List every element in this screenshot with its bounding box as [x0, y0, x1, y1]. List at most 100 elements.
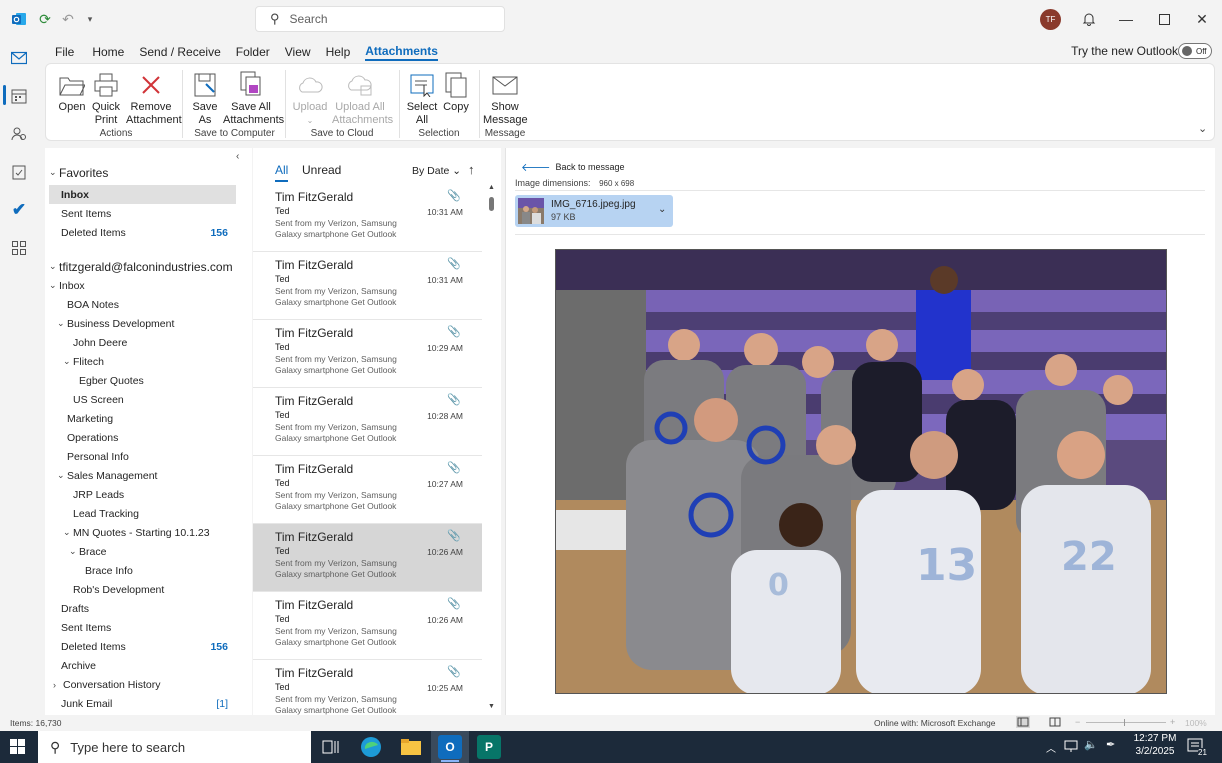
zoom-in-icon[interactable]: + — [1170, 717, 1175, 727]
account-header[interactable]: ⌄ tfitzgerald@falconindustries.com — [49, 257, 236, 276]
sync-icon[interactable]: ⟳ — [35, 9, 55, 29]
publisher-app-icon[interactable]: P — [477, 735, 501, 759]
folder-boa-notes[interactable]: BOA Notes — [49, 295, 236, 314]
folder-brace-info[interactable]: Brace Info — [49, 561, 236, 580]
folder-archive[interactable]: Archive — [49, 656, 236, 675]
normal-view-icon[interactable] — [1016, 716, 1030, 728]
taskbar-search-box[interactable]: ⚲ Type here to search — [38, 731, 311, 763]
folder-business-development[interactable]: ⌄ Business Development — [49, 314, 236, 333]
tab-home[interactable]: Home — [92, 45, 124, 59]
collapse-ribbon-icon[interactable]: ⌄ — [1198, 122, 1207, 135]
scroll-thumb[interactable] — [489, 197, 494, 211]
show-hidden-icons[interactable]: ︿ — [1046, 740, 1056, 755]
sort-dropdown[interactable]: By Date ⌄ — [412, 165, 461, 177]
outlook-taskbar-button[interactable]: O — [431, 731, 469, 763]
calendar-icon[interactable] — [9, 86, 29, 106]
folder-brace[interactable]: ⌄ Brace — [49, 542, 236, 561]
windows-start-icon[interactable] — [10, 739, 26, 758]
avatar[interactable]: TF — [1040, 9, 1061, 30]
edge-icon[interactable] — [359, 735, 383, 759]
message-item[interactable]: Tim FitzGerald Ted Sent from my Verizon,… — [253, 660, 482, 715]
people-icon[interactable] — [9, 124, 29, 144]
todo-check-icon[interactable]: ✔ — [9, 200, 29, 220]
apps-icon[interactable] — [9, 238, 29, 258]
folder-us-screen[interactable]: US Screen — [49, 390, 236, 409]
message-item-selected[interactable]: Tim FitzGerald Ted Sent from my Verizon,… — [253, 524, 482, 592]
copy-button[interactable]: Copy — [440, 70, 472, 114]
reading-view-icon[interactable] — [1048, 716, 1062, 730]
fav-folder-sent[interactable]: Sent Items — [49, 204, 236, 223]
maximize-button[interactable] — [1150, 7, 1178, 31]
tab-folder[interactable]: Folder — [236, 45, 270, 59]
attachment-chip[interactable]: IMG_6716.jpeg.jpg 97 KB ⌄ — [515, 195, 673, 227]
message-item[interactable]: Tim FitzGerald Ted Sent from my Verizon,… — [253, 456, 482, 524]
file-explorer-icon[interactable] — [399, 735, 423, 759]
message-item[interactable]: Tim FitzGerald Ted Sent from my Verizon,… — [253, 592, 482, 660]
tab-help[interactable]: Help — [326, 45, 351, 59]
network-icon[interactable] — [1064, 739, 1078, 756]
folder-conversation-history[interactable]: › Conversation History — [49, 675, 236, 694]
folder-drafts[interactable]: Drafts — [49, 599, 236, 618]
folder-lead-tracking[interactable]: Lead Tracking — [49, 504, 236, 523]
folder-inbox[interactable]: ⌄ Inbox — [49, 276, 236, 295]
scroll-up-icon[interactable]: ▲ — [488, 184, 495, 191]
folder-marketing[interactable]: Marketing — [49, 409, 236, 428]
remove-attachment-button[interactable]: Remove Attachment — [126, 70, 182, 127]
zoom-slider-thumb[interactable] — [1124, 719, 1125, 726]
tab-file[interactable]: File — [55, 45, 74, 59]
upload-button[interactable]: Upload ⌄ — [290, 70, 330, 127]
scroll-down-icon[interactable]: ▼ — [488, 703, 495, 710]
fav-folder-deleted[interactable]: Deleted Items 156 — [49, 223, 236, 242]
message-item[interactable]: Tim FitzGerald Ted Sent from my Verizon,… — [253, 252, 482, 320]
undo-icon[interactable]: ↶ — [58, 9, 78, 29]
folder-robs-development[interactable]: Rob's Development — [49, 580, 236, 599]
folder-deleted-items[interactable]: Deleted Items 156 — [49, 637, 236, 656]
folder-sent-items[interactable]: Sent Items — [49, 618, 236, 637]
folder-personal-info[interactable]: Personal Info — [49, 447, 236, 466]
folder-john-deere[interactable]: John Deere — [49, 333, 236, 352]
zoom-slider[interactable] — [1086, 722, 1166, 723]
collapse-pane-icon[interactable]: ‹ — [236, 151, 239, 162]
show-message-button[interactable]: Show Message — [483, 70, 528, 127]
message-item[interactable]: Tim FitzGerald Ted Sent from my Verizon,… — [253, 320, 482, 388]
tab-unread[interactable]: Unread — [302, 163, 341, 177]
back-to-message-link[interactable]: 🡐 Back to message — [521, 160, 625, 174]
tab-attachments[interactable]: Attachments — [365, 44, 438, 61]
customize-toolbar-icon[interactable]: ▾ — [80, 9, 100, 29]
folder-operations[interactable]: Operations — [49, 428, 236, 447]
close-button[interactable]: ✕ — [1188, 7, 1216, 31]
new-outlook-toggle[interactable]: Off — [1178, 43, 1212, 59]
task-view-icon[interactable] — [319, 735, 343, 759]
mail-icon[interactable] — [9, 48, 29, 68]
folder-jrp-leads[interactable]: JRP Leads — [49, 485, 236, 504]
folder-egber-quotes[interactable]: Egber Quotes — [49, 371, 236, 390]
quick-print-button[interactable]: Quick Print — [90, 70, 122, 127]
open-button[interactable]: Open — [56, 70, 88, 114]
fav-folder-inbox[interactable]: Inbox — [49, 185, 236, 204]
minimize-button[interactable]: — — [1112, 7, 1140, 31]
folder-sales-management[interactable]: ⌄ Sales Management — [49, 466, 236, 485]
pen-icon[interactable]: ✒ — [1106, 738, 1115, 751]
tab-all[interactable]: All — [275, 163, 289, 182]
sort-direction-icon[interactable]: ↑ — [468, 162, 475, 177]
message-item[interactable]: Tim FitzGerald Ted Sent from my Verizon,… — [253, 388, 482, 456]
clock[interactable]: 12:27 PM 3/2/2025 — [1130, 733, 1180, 757]
zoom-out-icon[interactable]: − — [1075, 717, 1080, 727]
select-all-button[interactable]: Select All — [406, 70, 438, 127]
tasks-icon[interactable] — [9, 162, 29, 182]
save-all-attachments-button[interactable]: Save All Attachments — [223, 70, 284, 127]
tab-view[interactable]: View — [285, 45, 311, 59]
favorites-header[interactable]: ⌄ Favorites — [49, 163, 236, 182]
folder-junk-email[interactable]: Junk Email [1] — [49, 694, 236, 713]
bell-icon[interactable] — [1075, 7, 1103, 31]
tab-send-receive[interactable]: Send / Receive — [139, 45, 220, 59]
save-as-button[interactable]: Save As — [189, 70, 221, 127]
message-list-scrollbar[interactable]: ▲ ▼ — [487, 184, 497, 714]
folder-flitech[interactable]: ⌄ Flitech — [49, 352, 236, 371]
search-box[interactable]: ⚲ Search — [255, 6, 505, 32]
message-item[interactable]: Tim FitzGerald Ted Sent from my Verizon,… — [253, 184, 482, 252]
folder-mn-quotes[interactable]: ⌄ MN Quotes - Starting 10.1.23 — [49, 523, 236, 542]
outlook-app-icon: O — [438, 735, 462, 759]
chevron-down-icon[interactable]: ⌄ — [658, 204, 666, 215]
volume-icon[interactable]: 🔈 — [1084, 738, 1098, 751]
